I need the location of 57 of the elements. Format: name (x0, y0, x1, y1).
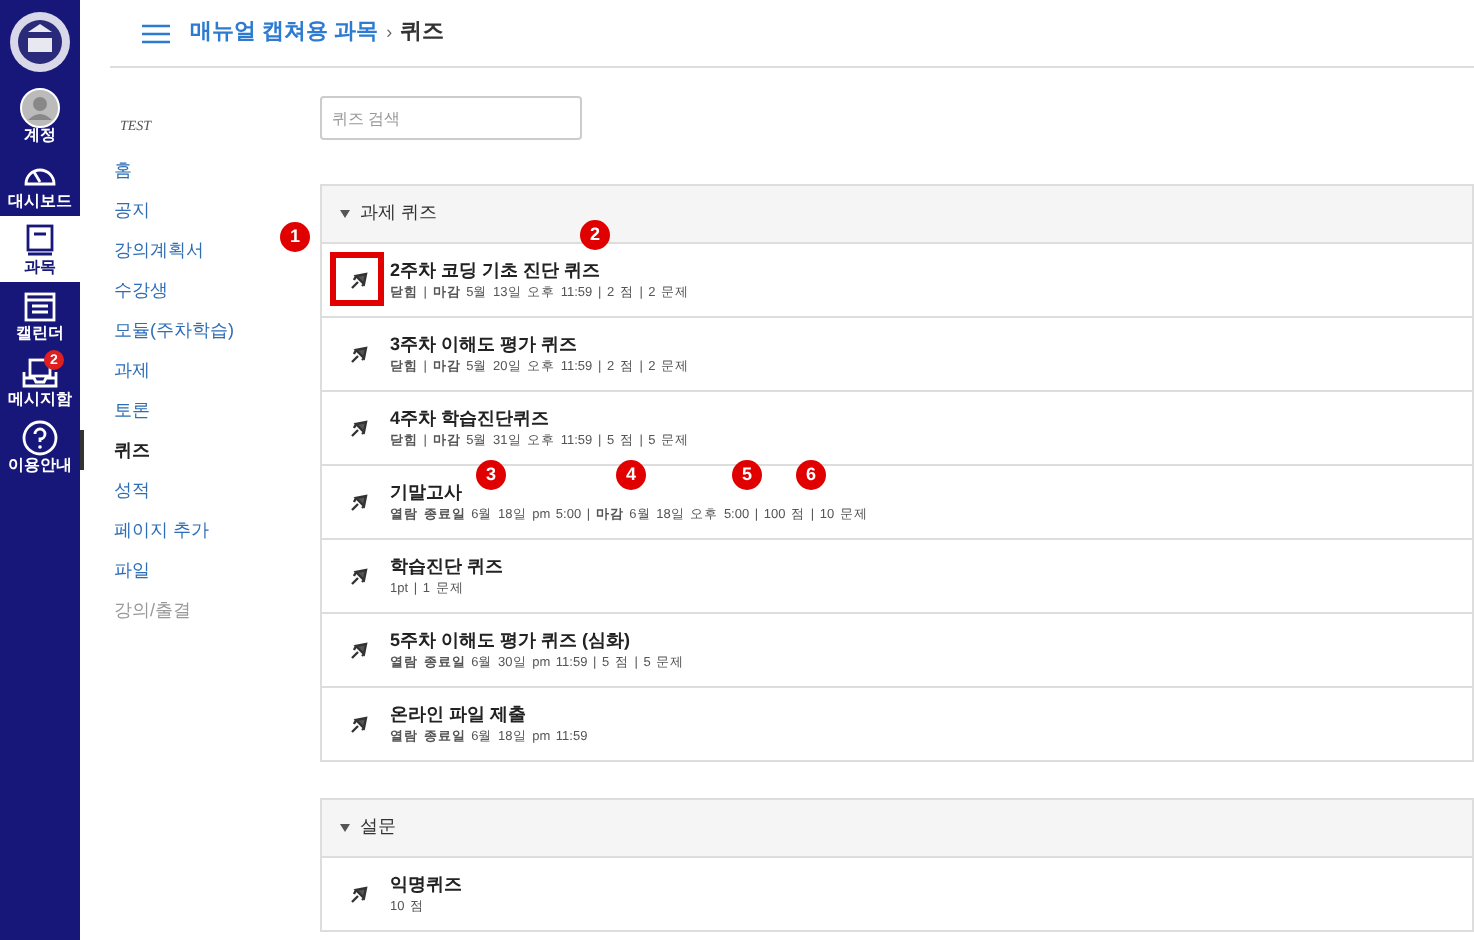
global-nav-item[interactable]: 과목 (0, 216, 80, 282)
course-nav-link[interactable]: 성적 (114, 477, 150, 501)
university-logo[interactable] (6, 8, 74, 76)
rocket-icon (350, 493, 370, 511)
callout-marker: 2 (580, 220, 610, 250)
callout-marker: 5 (732, 460, 762, 490)
callout-marker: 1 (280, 222, 310, 252)
course-nav-link[interactable]: 수강생 (114, 277, 168, 301)
breadcrumb-separator: › (386, 19, 393, 46)
nav-label: 대시보드 (8, 194, 72, 210)
callout-marker: 4 (616, 460, 646, 490)
course-nav-link[interactable]: 퀴즈 (114, 437, 150, 461)
course-nav-link[interactable]: 페이지 추가 (114, 517, 210, 541)
course-nav-link[interactable]: 홈 (114, 157, 132, 181)
inbox-icon (22, 357, 58, 387)
course-nav-link[interactable]: 토론 (114, 397, 150, 421)
search-field[interactable]: 퀴즈 검색 (320, 96, 582, 140)
caret-icon (340, 824, 350, 832)
rocket-icon (350, 345, 370, 363)
nav-label: 메시지함 (8, 392, 72, 408)
breadcrumb-current: 퀴즈 (400, 18, 445, 49)
rocket-icon (350, 715, 370, 733)
rocket-icon (350, 641, 370, 659)
quiz-title[interactable]: 익명퀴즈 (390, 873, 462, 895)
rocket-icon (350, 567, 370, 585)
rocket-icon (350, 271, 370, 289)
quiz-title[interactable]: 5주차 이해도 평가 퀴즈 (심화) (390, 629, 685, 651)
quiz-title[interactable]: 2주차 코딩 기초 진단 퀴즈 (390, 259, 690, 281)
course-nav-link[interactable]: 강의계획서 (114, 237, 204, 261)
global-nav-item[interactable]: 대시보드 (0, 150, 80, 216)
global-nav-item[interactable]: 캘린더 (0, 282, 80, 348)
global-nav-item[interactable]: 이용안내 (0, 414, 80, 480)
nav-label: 과목 (24, 260, 56, 276)
breadcrumb-link[interactable]: 매뉴얼 캡쳐용 과목 (190, 16, 379, 50)
quiz-title[interactable]: 학습진단 퀴즈 (390, 555, 504, 577)
course-nav-link[interactable]: 공지 (114, 197, 150, 221)
nav-label: 이용안내 (8, 458, 72, 474)
nav-label: 계정 (24, 128, 56, 144)
rocket-icon (350, 885, 370, 903)
callout-marker: 3 (476, 460, 506, 490)
book-icon (26, 224, 54, 256)
callout-marker: 6 (796, 460, 826, 490)
course-nav-link[interactable]: 파일 (114, 557, 150, 581)
quiz-title[interactable]: 온라인 파일 제출 (390, 703, 588, 725)
nav-label: 캘린더 (16, 326, 64, 342)
avatar-icon (20, 88, 60, 128)
rocket-icon (350, 419, 370, 437)
help-icon (22, 420, 58, 456)
calendar-icon (24, 290, 56, 322)
course-nav-link[interactable]: 모듈(주차학습) (114, 317, 234, 341)
global-nav-item[interactable]: 계정 (0, 84, 80, 150)
quiz-title[interactable]: 3주차 이해도 평가 퀴즈 (390, 333, 690, 355)
caret-icon (340, 210, 350, 218)
quiz-title[interactable]: 4주차 학습진단퀴즈 (390, 407, 690, 429)
menu-icon[interactable] (142, 23, 170, 43)
course-nav-link[interactable]: 과제 (114, 357, 150, 381)
section-header[interactable]: 설문 (322, 800, 1472, 856)
